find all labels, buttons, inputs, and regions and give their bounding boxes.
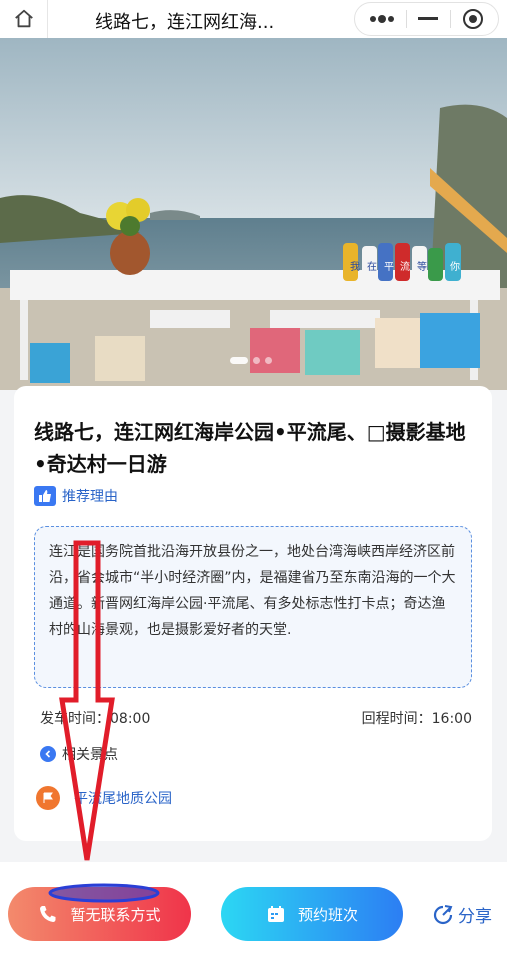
page-title: 线路七，连江网红海... (95, 12, 275, 33)
flag-icon (36, 786, 60, 810)
recommend-reason: 推荐理由 (34, 486, 118, 506)
bottle-char: 平 (384, 262, 394, 273)
calendar-icon (267, 906, 284, 922)
share-button[interactable]: 分享 (432, 902, 492, 927)
capsule-divider (406, 10, 408, 28)
bottle-char: 流 (400, 260, 410, 273)
carousel-dot-active[interactable] (230, 357, 248, 364)
depart-value: 08:00 (110, 711, 151, 727)
bottle-char: 你 (450, 260, 460, 273)
thumbs-up-icon (34, 486, 56, 506)
home-icon (14, 9, 33, 28)
more-dots-icon[interactable] (369, 14, 395, 24)
book-shift-button[interactable]: 预约班次 (221, 887, 403, 941)
return-label: 回程时间： (361, 711, 432, 727)
mini-program-capsule (354, 2, 499, 36)
carousel-dot[interactable] (265, 357, 272, 364)
return-value: 16:00 (431, 711, 472, 727)
bottle-char: 在 (367, 261, 377, 273)
spot-item[interactable]: 平流尾地质公园 (36, 786, 172, 810)
related-spots-header: 相关景点 (40, 744, 118, 764)
bottom-action-bar: 暂无联系方式 预约班次 分享 (0, 862, 507, 962)
return-time: 回程时间：16:00 (362, 708, 472, 728)
seaside-photo: 我 在 平 流 等 你 (0, 38, 507, 390)
minimize-icon[interactable] (418, 16, 439, 22)
hero-image[interactable]: 我 在 平 流 等 你 (0, 38, 507, 390)
contact-button-label: 暂无联系方式 (70, 905, 161, 924)
top-bar: 线路七，连江网红海... (0, 0, 507, 38)
schedule-times: 发车时间：08:00 回程时间：16:00 (40, 708, 472, 728)
share-icon (433, 904, 453, 924)
share-label: 分享 (458, 907, 492, 927)
bottle-char: 我 (350, 261, 360, 273)
home-button[interactable] (0, 0, 48, 38)
book-button-label: 预约班次 (297, 905, 358, 924)
bottle-char: 等 (417, 260, 427, 273)
carousel-dot[interactable] (253, 357, 260, 364)
depart-time: 发车时间：08:00 (40, 708, 150, 728)
record-circle-icon[interactable] (462, 8, 484, 30)
route-title: 线路七，连江网红海岸公园•平流尾、□摄影基地•奇达村一日游 (34, 420, 466, 476)
route-description: 连江是国务院首批沿海开放县份之一，地处台湾海峡西岸经济区前沿，省会城市“半小时经… (34, 526, 472, 688)
depart-label: 发车时间： (40, 711, 110, 727)
related-spots-label: 相关景点 (62, 747, 118, 763)
chevron-left-icon (40, 746, 56, 762)
recommend-reason-label: 推荐理由 (62, 489, 118, 505)
phone-icon (40, 906, 56, 922)
route-info-card: 线路七，连江网红海岸公园•平流尾、□摄影基地•奇达村一日游 推荐理由 连江是国务… (14, 386, 492, 841)
contact-button[interactable]: 暂无联系方式 (8, 887, 191, 941)
capsule-divider (449, 10, 451, 28)
spot-name[interactable]: 平流尾地质公园 (74, 788, 172, 808)
carousel-indicator[interactable] (230, 357, 272, 364)
